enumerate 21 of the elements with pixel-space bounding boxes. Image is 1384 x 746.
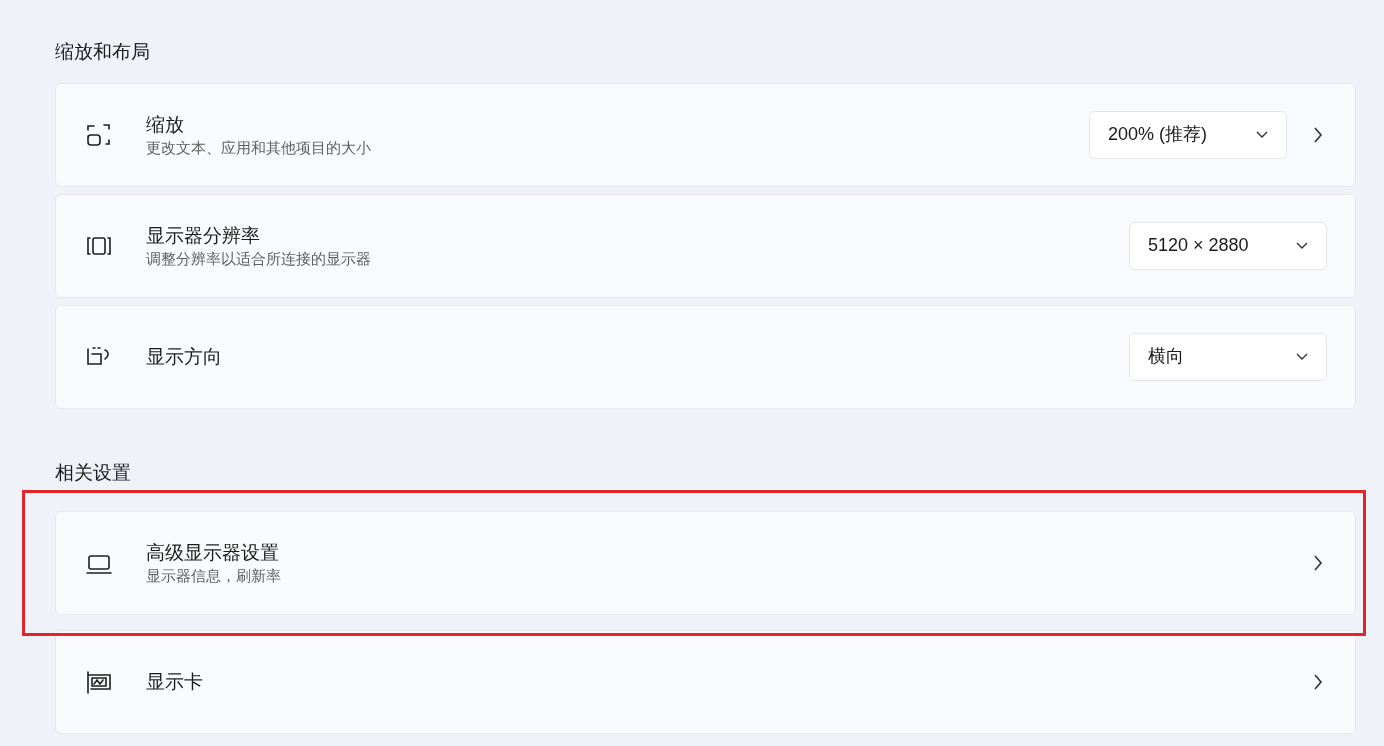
setting-title: 显示卡 <box>146 670 204 694</box>
chevron-down-icon <box>1256 130 1268 139</box>
settings-row[interactable]: 显示卡 <box>55 630 1356 734</box>
dropdown[interactable]: 横向 <box>1129 332 1327 381</box>
setting-title: 高级显示器设置 <box>146 541 280 565</box>
dropdown[interactable]: 200% (推荐) <box>1089 110 1287 159</box>
setting-title: 显示器分辨率 <box>146 223 261 248</box>
dropdown[interactable]: 5120 × 2880 <box>1129 221 1327 270</box>
section-heading: 缩放和布局 <box>55 40 151 64</box>
settings-row[interactable]: 缩放 更改文本、应用和其他项目的大小 200% (推荐) <box>55 82 1356 187</box>
section-heading: 相关设置 <box>55 460 132 485</box>
settings-row[interactable]: 显示方向 横向 <box>55 304 1356 409</box>
chevron-down-icon <box>1296 241 1308 250</box>
setting-description: 显示器信息，刷新率 <box>146 566 282 586</box>
chevron-down-icon <box>1296 352 1308 361</box>
setting-title: 显示方向 <box>146 344 223 369</box>
setting-description: 更改文本、应用和其他项目的大小 <box>146 137 372 158</box>
setting-title: 缩放 <box>146 112 185 137</box>
settings-row[interactable]: 高级显示器设置 显示器信息，刷新率 <box>55 511 1356 615</box>
setting-description: 调整分辨率以适合所连接的显示器 <box>146 248 372 269</box>
settings-row[interactable]: 显示器分辨率 调整分辨率以适合所连接的显示器 5120 × 2880 <box>55 193 1356 298</box>
